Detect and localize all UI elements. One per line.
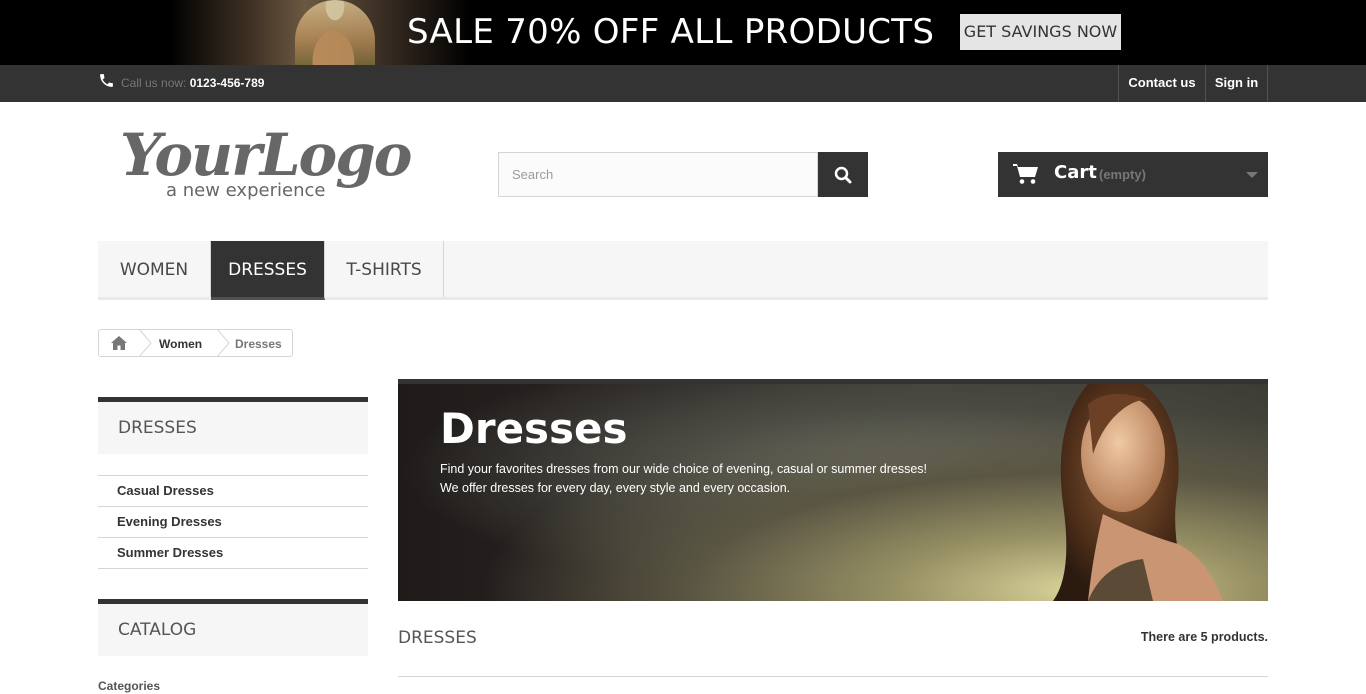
sidebar-dresses-title[interactable]: Dresses — [98, 397, 368, 454]
category-model-image — [1053, 384, 1223, 601]
breadcrumb: Women Dresses — [98, 329, 293, 357]
subcategory-list: Casual Dresses Evening Dresses Summer Dr… — [98, 475, 368, 569]
promo-banner[interactable]: SALE 70% OFF ALL PRODUCTS GET SAVINGS NO… — [0, 0, 1366, 65]
menu-item-women[interactable]: Women — [98, 241, 211, 297]
phone-icon — [100, 74, 113, 87]
promo-headline: SALE 70% OFF ALL PRODUCTS — [407, 12, 935, 52]
contact-us-link[interactable]: Contact us — [1118, 65, 1205, 102]
breadcrumb-current: Dresses — [235, 337, 282, 351]
sidebar-catalog-title: Catalog — [98, 599, 368, 656]
get-savings-button[interactable]: GET SAVINGS NOW — [960, 14, 1121, 50]
call-us-text: Call us now: 0123-456-789 — [121, 76, 264, 90]
top-nav-bar: Call us now: 0123-456-789 Contact us Sig… — [0, 65, 1366, 102]
category-banner: Dresses Find your favorites dresses from… — [398, 379, 1268, 601]
search-icon — [834, 166, 852, 184]
menu-item-tshirts[interactable]: T-shirts — [325, 241, 444, 297]
divider — [398, 676, 1268, 677]
sidebar-item-casual-dresses[interactable]: Casual Dresses — [98, 476, 368, 507]
call-label: Call us now: — [121, 76, 190, 90]
cart-button[interactable]: Cart (empty) — [998, 152, 1268, 197]
product-count: There are 5 products. — [1140, 630, 1268, 644]
category-description: Find your favorites dresses from our wid… — [440, 460, 927, 498]
cart-label: Cart — [1054, 162, 1097, 183]
breadcrumb-separator — [139, 329, 152, 357]
home-icon — [111, 336, 127, 350]
breadcrumb-separator — [217, 329, 230, 357]
category-title: Dresses — [440, 404, 628, 453]
chevron-down-icon — [1246, 172, 1258, 178]
product-listing-heading: Dresses — [398, 628, 477, 648]
site-logo[interactable]: YourLogo a new experience — [120, 120, 412, 210]
logo-tagline: a new experience — [166, 180, 326, 201]
shopping-cart-icon — [1013, 164, 1038, 184]
cart-status: (empty) — [1099, 167, 1146, 182]
sign-in-link[interactable]: Sign in — [1205, 65, 1268, 102]
sidebar-item-summer-dresses[interactable]: Summer Dresses — [98, 538, 368, 569]
search-button[interactable] — [818, 152, 868, 197]
breadcrumb-women[interactable]: Women — [159, 337, 202, 351]
categories-filter-label: Categories — [98, 679, 161, 693]
sidebar-item-evening-dresses[interactable]: Evening Dresses — [98, 507, 368, 538]
phone-number: 0123-456-789 — [189, 76, 265, 90]
breadcrumb-home[interactable] — [99, 330, 139, 356]
menu-item-dresses[interactable]: Dresses — [211, 241, 325, 300]
category-description-line: Find your favorites dresses from our wid… — [440, 462, 928, 476]
main-menu: Women Dresses T-shirts — [98, 241, 1268, 300]
category-description-line: We offer dresses for every day, every st… — [440, 481, 791, 495]
search-input[interactable] — [498, 152, 818, 197]
